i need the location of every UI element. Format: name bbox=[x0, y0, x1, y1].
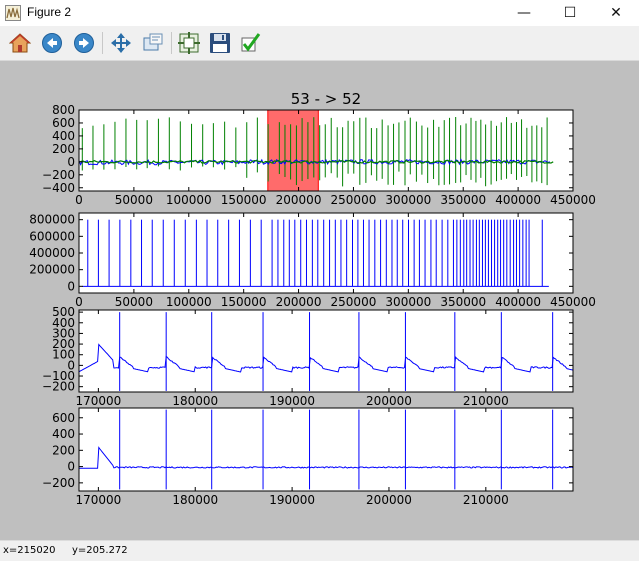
toolbar-separator bbox=[171, 32, 172, 54]
y-tick-label: −200 bbox=[42, 168, 75, 182]
subplots-button[interactable] bbox=[176, 30, 202, 56]
y-coordinate-readout: y=205.272 bbox=[72, 545, 128, 556]
highlight-span bbox=[267, 110, 319, 191]
matplotlib-app-icon bbox=[5, 5, 21, 21]
title-bar: Figure 2 — ☐ ✕ bbox=[0, 0, 639, 26]
x-tick-label: 200000 bbox=[276, 193, 322, 207]
y-tick-label: 600 bbox=[52, 411, 75, 425]
pan-button[interactable] bbox=[108, 30, 134, 56]
toolbar bbox=[0, 26, 639, 61]
checkmark-icon bbox=[241, 33, 261, 52]
chart-title: 53 - > 52 bbox=[291, 90, 361, 108]
x-tick-label: 200000 bbox=[276, 295, 322, 309]
y-tick-label: 0 bbox=[67, 279, 75, 293]
floppy-disk-icon bbox=[210, 33, 230, 53]
x-tick-label: 180000 bbox=[172, 493, 218, 507]
y-tick-label: 200000 bbox=[29, 263, 75, 277]
x-tick-label: 100000 bbox=[166, 295, 212, 309]
y-tick-label: 800000 bbox=[29, 213, 75, 227]
x-tick-label: 50000 bbox=[115, 193, 153, 207]
axes-3 bbox=[78, 309, 574, 393]
y-tick-label: 600000 bbox=[29, 229, 75, 243]
x-tick-label: 300000 bbox=[385, 295, 431, 309]
x-tick-label: 350000 bbox=[440, 193, 486, 207]
x-tick-label: 0 bbox=[75, 295, 83, 309]
zoom-button[interactable] bbox=[140, 30, 166, 56]
y-tick-label: 400 bbox=[52, 427, 75, 441]
axes-2 bbox=[78, 212, 574, 294]
axes-background bbox=[79, 408, 573, 491]
figure-svg: 53 - > 520 50000 100000 150000 200000 250000 3… bbox=[29, 90, 596, 507]
back-arrow-icon bbox=[42, 33, 62, 53]
x-tick-label: 200000 bbox=[366, 394, 412, 408]
x-tick-label: 180000 bbox=[172, 394, 218, 408]
move-arrows-icon bbox=[111, 33, 131, 53]
y-tick-label: 200 bbox=[52, 142, 75, 156]
x-tick-label: 450000 bbox=[550, 193, 596, 207]
x-coordinate-readout: x=215020 bbox=[3, 545, 56, 556]
axes-background bbox=[79, 213, 573, 293]
x-tick-label: 250000 bbox=[331, 295, 377, 309]
y-tick-label: 400000 bbox=[29, 246, 75, 260]
y-tick-label: 0 bbox=[67, 155, 75, 169]
axes-1 bbox=[78, 109, 574, 192]
x-tick-label: 190000 bbox=[269, 394, 315, 408]
y-tick-label: 800 bbox=[52, 103, 75, 117]
axes-background bbox=[79, 110, 573, 191]
x-tick-label: 150000 bbox=[221, 295, 267, 309]
y-tick-label: −200 bbox=[42, 476, 75, 490]
axes-background bbox=[79, 310, 573, 392]
close-button[interactable]: ✕ bbox=[593, 0, 639, 26]
x-tick-label: 170000 bbox=[75, 493, 121, 507]
x-tick-label: 400000 bbox=[495, 193, 541, 207]
forward-button[interactable] bbox=[71, 30, 97, 56]
y-tick-label: 600 bbox=[52, 116, 75, 130]
x-tick-label: 250000 bbox=[331, 193, 377, 207]
y-tick-label: −400 bbox=[42, 181, 75, 195]
x-tick-label: 210000 bbox=[463, 493, 509, 507]
x-tick-label: 400000 bbox=[495, 295, 541, 309]
x-tick-label: 0 bbox=[75, 193, 83, 207]
axes-4 bbox=[78, 407, 574, 492]
x-tick-label: 210000 bbox=[463, 394, 509, 408]
x-tick-label: 190000 bbox=[269, 493, 315, 507]
x-tick-label: 450000 bbox=[550, 295, 596, 309]
minimize-button[interactable]: — bbox=[501, 0, 547, 26]
y-tick-label: 200 bbox=[52, 443, 75, 457]
x-tick-label: 170000 bbox=[75, 394, 121, 408]
y-tick-label: 500 bbox=[52, 305, 75, 319]
y-tick-label: 400 bbox=[52, 129, 75, 143]
x-tick-label: 50000 bbox=[115, 295, 153, 309]
x-tick-label: 200000 bbox=[366, 493, 412, 507]
configure-subplots-icon bbox=[178, 32, 200, 54]
x-tick-label: 300000 bbox=[385, 193, 431, 207]
x-tick-label: 150000 bbox=[221, 193, 267, 207]
save-button[interactable] bbox=[207, 30, 233, 56]
x-tick-label: 100000 bbox=[166, 193, 212, 207]
home-button[interactable] bbox=[7, 30, 33, 56]
forward-arrow-icon bbox=[74, 33, 94, 53]
home-icon bbox=[9, 33, 31, 53]
y-tick-label: 0 bbox=[67, 460, 75, 474]
status-bar: x=215020 y=205.272 bbox=[0, 540, 639, 561]
edit-button[interactable] bbox=[238, 30, 264, 56]
figure-canvas[interactable]: 53 - > 52 0 50000 100000 150000 200000 250000 3… bbox=[0, 61, 639, 540]
maximize-button[interactable]: ☐ bbox=[547, 0, 593, 26]
toolbar-separator bbox=[102, 32, 103, 54]
x-tick-label: 350000 bbox=[440, 295, 486, 309]
window-title: Figure 2 bbox=[27, 5, 72, 19]
zoom-rect-icon bbox=[143, 33, 163, 51]
back-button[interactable] bbox=[39, 30, 65, 56]
